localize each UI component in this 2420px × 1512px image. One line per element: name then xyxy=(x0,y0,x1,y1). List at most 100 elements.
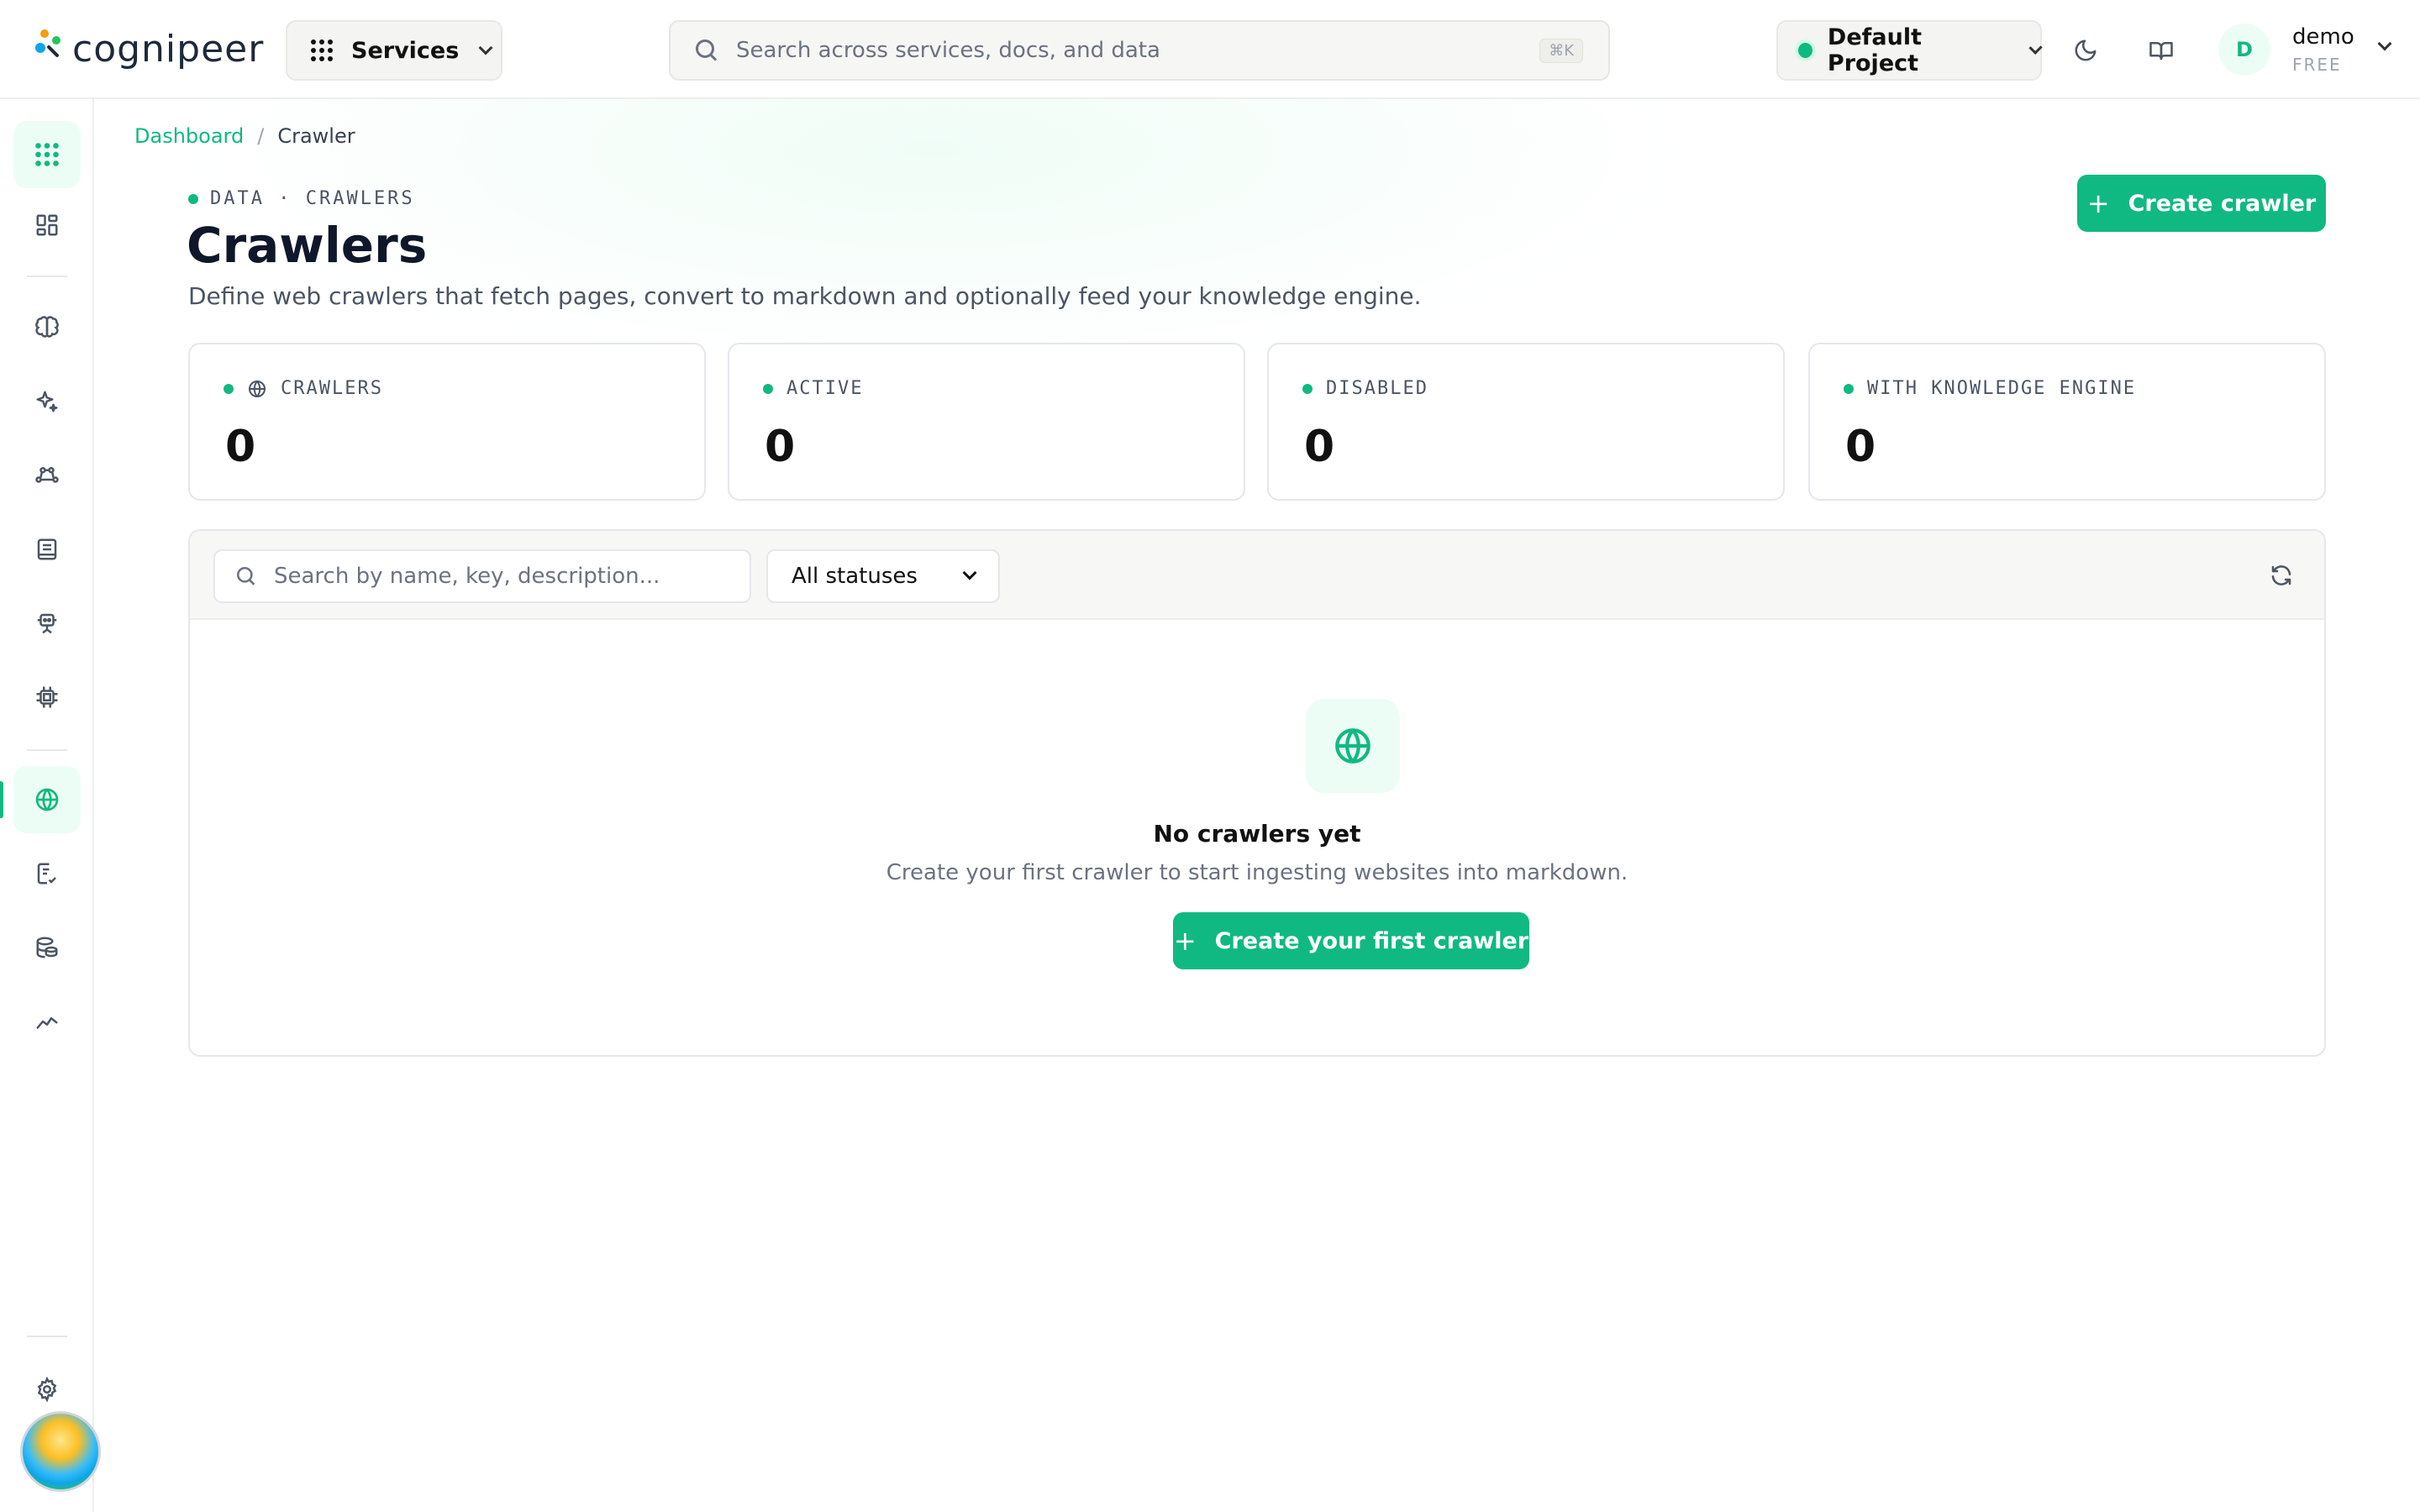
global-search-input[interactable]: Search across services, docs, and data ⌘… xyxy=(669,20,1610,81)
empty-state-title: No crawlers yet xyxy=(1153,820,1361,848)
stat-value: 0 xyxy=(225,422,256,472)
crawler-search-input[interactable]: Search by name, key, description... xyxy=(213,549,751,603)
sidebar xyxy=(0,99,101,1512)
stat-dot xyxy=(1302,383,1313,394)
sidebar-item-workflow[interactable] xyxy=(13,442,81,509)
chevron-down-icon xyxy=(2028,40,2043,55)
stat-value: 0 xyxy=(1845,422,1876,472)
crawler-search-placeholder: Search by name, key, description... xyxy=(274,564,660,589)
stat-label-text: CRAWLERS xyxy=(281,378,383,399)
stat-label-text: WITH KNOWLEDGE ENGINE xyxy=(1867,378,2137,399)
workspace-avatar[interactable] xyxy=(20,1411,101,1492)
empty-state-globe-icon xyxy=(1306,699,1400,793)
robot-icon xyxy=(37,613,57,634)
avatar: D xyxy=(2218,24,2270,76)
sidebar-item-docs[interactable] xyxy=(13,516,81,583)
plus-icon: + xyxy=(1173,925,1197,957)
breadcrumb: Dashboard / Crawler xyxy=(134,124,355,148)
project-switcher[interactable]: Default Project xyxy=(1776,20,2043,81)
breadcrumb-current: Crawler xyxy=(277,124,355,148)
logo-text: cognipeer xyxy=(72,27,265,71)
sidebar-item-dashboard[interactable] xyxy=(13,192,81,259)
eyebrow-dot xyxy=(188,193,198,204)
page-eyebrow: DATA · CRAWLERS xyxy=(188,188,415,209)
stat-card-disabled: DISABLED 0 xyxy=(1267,343,1785,501)
search-icon xyxy=(236,566,255,585)
create-crawler-button[interactable]: + Create crawler xyxy=(2077,175,2326,232)
gear-icon xyxy=(37,1377,57,1402)
dashboard-icon xyxy=(36,214,58,236)
plus-icon: + xyxy=(2086,187,2110,219)
stat-label: DISABLED xyxy=(1302,378,1428,399)
stat-label: ACTIVE xyxy=(763,378,863,399)
create-crawler-label: Create crawler xyxy=(2128,190,2317,217)
logo[interactable]: cognipeer xyxy=(34,22,264,76)
breadcrumb-dashboard-link[interactable]: Dashboard xyxy=(134,124,244,148)
global-search-placeholder: Search across services, docs, and data xyxy=(736,38,1160,63)
filter-toolbar: Search by name, key, description... All … xyxy=(190,531,2324,620)
stat-card-crawlers: CRAWLERS 0 xyxy=(188,343,706,501)
book-icon xyxy=(37,538,57,560)
database-icon xyxy=(36,937,58,958)
globe-icon xyxy=(35,788,59,811)
crawlers-panel: Search by name, key, description... All … xyxy=(188,529,2326,1057)
stat-value: 0 xyxy=(1304,422,1335,472)
chip-icon xyxy=(36,686,58,708)
sidebar-item-brain[interactable] xyxy=(13,294,81,361)
sidebar-item-crawlers[interactable] xyxy=(13,766,81,833)
sidebar-divider xyxy=(27,749,67,751)
stat-label-text: ACTIVE xyxy=(786,378,864,399)
project-status-dot xyxy=(1798,43,1812,58)
chevron-down-icon xyxy=(2377,36,2392,51)
sidebar-item-agents[interactable] xyxy=(13,590,81,657)
search-icon xyxy=(696,39,718,61)
logo-mark-icon xyxy=(34,26,71,71)
top-bar: cognipeer Services Search across service… xyxy=(0,0,2420,99)
stat-dot xyxy=(1844,383,1854,394)
checklist-icon xyxy=(37,863,56,885)
grid-icon xyxy=(311,39,333,61)
status-filter-select[interactable]: All statuses xyxy=(766,549,1000,603)
status-filter-value: All statuses xyxy=(792,564,918,589)
sidebar-divider xyxy=(27,276,67,277)
user-plan-badge: FREE xyxy=(2292,55,2342,75)
stat-dot xyxy=(224,383,234,394)
page-description: Define web crawlers that fetch pages, co… xyxy=(188,282,1422,310)
create-first-crawler-label: Create your first crawler xyxy=(1214,927,1529,954)
user-menu[interactable]: D demo FREE xyxy=(2218,24,2392,76)
stat-label: WITH KNOWLEDGE ENGINE xyxy=(1844,378,2136,399)
stat-dot xyxy=(763,383,773,394)
chevron-down-icon xyxy=(478,40,493,55)
docs-book-icon[interactable] xyxy=(2143,32,2180,69)
sidebar-item-ai[interactable] xyxy=(13,368,81,435)
brain-icon xyxy=(35,316,59,338)
stat-card-knowledge-engine: WITH KNOWLEDGE ENGINE 0 xyxy=(1808,343,2326,501)
apps-grid-icon xyxy=(35,143,59,166)
page-title: Crawlers xyxy=(187,217,428,274)
sidebar-item-apps[interactable] xyxy=(13,121,81,188)
stat-card-active: ACTIVE 0 xyxy=(728,343,1245,501)
services-label: Services xyxy=(351,37,460,64)
sidebar-item-models[interactable] xyxy=(13,664,81,731)
create-first-crawler-button[interactable]: + Create your first crawler xyxy=(1173,912,1529,969)
theme-toggle-moon-icon[interactable] xyxy=(2067,32,2104,69)
stat-label: CRAWLERS xyxy=(224,378,383,399)
user-name: demo xyxy=(2292,24,2354,50)
refresh-icon[interactable] xyxy=(2269,563,2294,588)
project-label: Default Project xyxy=(1827,24,1922,76)
stat-value: 0 xyxy=(765,422,796,472)
empty-state-subtitle: Create your first crawler to start inges… xyxy=(886,860,1628,885)
sidebar-item-tasks[interactable] xyxy=(13,840,81,907)
eyebrow-text: DATA · CRAWLERS xyxy=(210,188,415,209)
chevron-down-icon xyxy=(962,565,977,580)
sidebar-active-indicator xyxy=(0,781,3,818)
globe-icon xyxy=(249,380,266,397)
shortcut-hint: ⌘K xyxy=(1539,39,1583,63)
sidebar-item-data[interactable] xyxy=(13,914,81,981)
sparkles-icon xyxy=(36,391,58,412)
sidebar-divider xyxy=(27,1336,67,1337)
services-menu-button[interactable]: Services xyxy=(286,20,502,81)
stat-label-text: DISABLED xyxy=(1326,378,1428,399)
sidebar-item-analytics[interactable] xyxy=(13,988,81,1055)
analytics-icon xyxy=(36,1017,58,1029)
